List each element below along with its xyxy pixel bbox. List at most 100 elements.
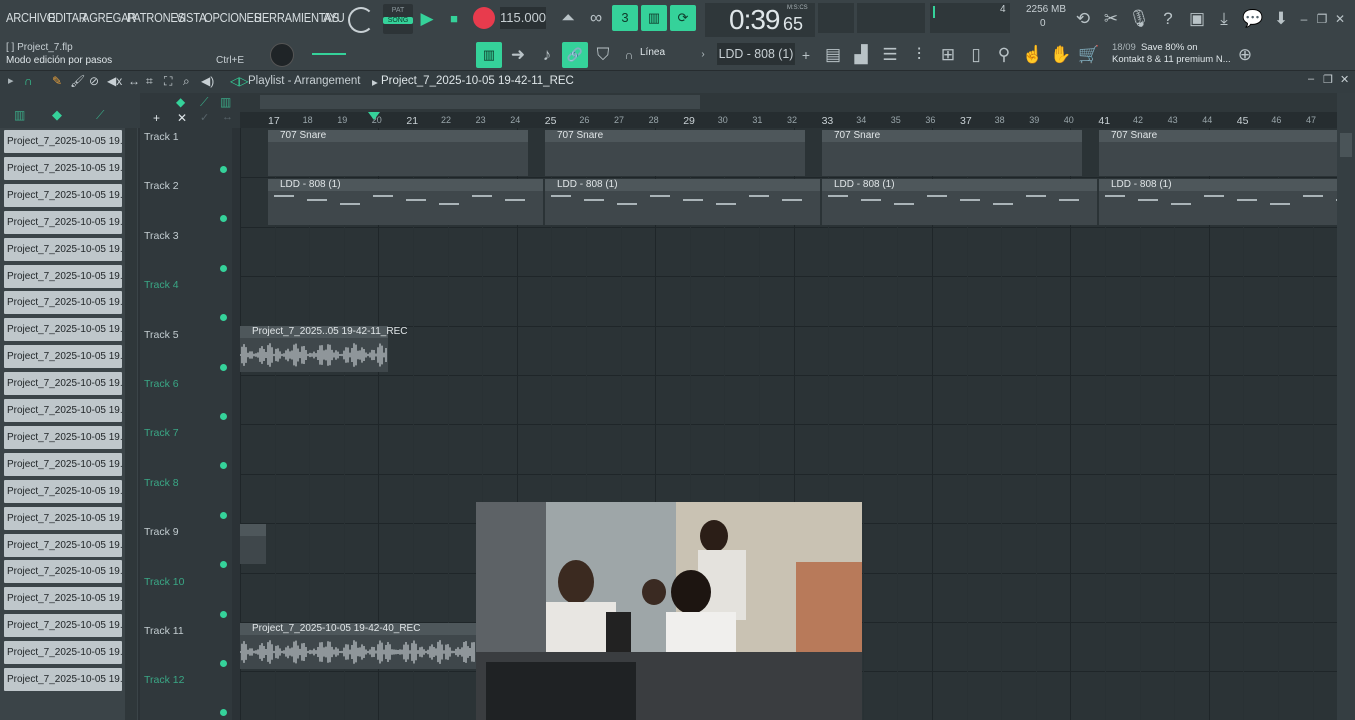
snare-pattern-clip[interactable]: 707 Snare [1099,130,1337,176]
undo-history-icon[interactable]: ⟲ [1070,6,1096,32]
snare-pattern-clip[interactable]: 707 Snare [545,130,805,176]
close-icon[interactable]: ✕ [1332,6,1348,32]
delete-icon[interactable]: ⊘ [89,74,99,88]
slip-icon[interactable]: ↔ [128,74,140,88]
curve-icon[interactable]: ⟋ [200,95,208,110]
zoom-icon[interactable]: ⌕ [183,74,190,89]
save-icon[interactable]: ▣ [1184,6,1210,32]
menu-opciones[interactable]: OPCIONES [204,10,261,25]
microphone-icon[interactable]: 🎙 [1126,6,1152,32]
check-icon[interactable]: ✓ [200,111,209,124]
picker-item[interactable]: Project_7_2025-10-05 19... [4,210,122,234]
tempo-display[interactable]: 115.000 [500,7,546,29]
download-icon[interactable]: ⬇ [1268,6,1294,32]
piano-roll-icon[interactable]: ▥ [476,42,502,68]
picker-item[interactable]: Project_7_2025-10-05 19... [4,130,122,153]
play-icon[interactable]: ▶ [414,6,440,32]
track-name[interactable]: Track 10 [144,576,184,588]
pattern-prev-icon[interactable]: › [696,42,710,68]
track-name[interactable]: Track 9 [144,526,179,538]
files-icon[interactable]: ▯ [963,42,989,68]
track-enable-led[interactable] [220,561,227,569]
add-track-icon[interactable]: + [153,111,160,125]
picker-automation-icon[interactable]: ⟋ [96,108,104,123]
export-icon[interactable]: ⤓ [1211,6,1237,32]
picker-item[interactable]: Project_7_2025-10-05 19... [4,452,122,476]
news-line-2[interactable]: Kontakt 8 & 11 premium N... [1112,54,1231,65]
picker-item[interactable]: Project_7_2025-10-05 19... [4,479,122,503]
track-enable-led[interactable] [220,610,227,618]
step-edit-icon[interactable]: ▥ [641,5,667,31]
track-name[interactable]: Track 5 [144,329,179,341]
playlist-minimize-icon[interactable]: – [1308,73,1314,85]
arrange-icon[interactable]: ◆ [176,95,185,109]
snare-pattern-clip[interactable]: 707 Snare [268,130,528,176]
draw-icon[interactable]: ✎ [52,74,62,88]
snare-pattern-clip[interactable]: 707 Snare [822,130,1082,176]
track-enable-led[interactable] [220,166,227,173]
record-icon[interactable] [473,7,495,29]
help-icon[interactable]: ? [1155,6,1181,32]
stop-icon[interactable]: ■ [441,6,467,32]
wait-record-icon[interactable]: ∞ [583,5,609,31]
picker-item[interactable]: Project_7_2025-10-05 19... [4,560,122,584]
stamp-icon[interactable]: ⛉ [590,42,616,68]
audio-clip[interactable]: Project_7_2025..05 19-42-11_REC [240,326,407,372]
arrangement-name[interactable]: Project_7_2025-10-05 19-42-11_REC [381,75,574,87]
pat-song-toggle[interactable]: PAT SONG [383,4,413,34]
loop-record-icon[interactable]: ⟳ [670,5,696,31]
add-pattern-icon[interactable]: + [798,42,814,68]
magnet-snap-icon[interactable]: ∩ [24,74,33,88]
track-enable-led[interactable] [220,314,227,322]
master-pitch-slider[interactable] [312,53,346,55]
audio-clip[interactable]: Project_7_2025-10-05 19-42-40_REC [240,623,476,669]
overview-bar[interactable] [240,93,1337,112]
picker-item[interactable]: Project_7_2025-10-05 19... [4,399,122,422]
track-name[interactable]: Track 4 [144,279,179,291]
minimize-icon[interactable]: – [1296,6,1312,32]
touch-icon[interactable]: ☝ [1020,42,1046,68]
hand-icon[interactable]: ✋ [1048,42,1074,68]
track-name[interactable]: Track 7 [144,427,179,439]
menu-ayuda[interactable]: AYU [323,10,345,25]
808-pattern-clip[interactable]: LDD - 808 (1) [1099,179,1355,225]
808-pattern-clip[interactable]: LDD - 808 (1) [545,179,820,225]
arrangement-icon[interactable]: ◁▷ [230,74,248,88]
picker-item[interactable]: Project_7_2025-10-05 19... [4,183,122,207]
link-icon[interactable]: 🔗 [562,42,588,68]
select-icon[interactable]: ⛶ [164,74,172,89]
magnet-icon[interactable]: ∩ [616,42,642,68]
playlist-scrollbar[interactable] [1337,93,1355,720]
picker-item[interactable]: Project_7_2025-10-05 19... [4,587,122,611]
time-display[interactable]: 0:39 65 M:S:CS [705,3,815,37]
browser-icon[interactable]: ⊞ [935,42,961,68]
picker-item[interactable]: Project_7_2025-10-05 19... [4,533,122,557]
plugin-picker-icon[interactable]: ♪ [534,42,560,68]
paint-icon[interactable]: 🖌 [70,74,85,88]
track-name[interactable]: Track 8 [144,477,179,489]
picker-item[interactable]: Project_7_2025-10-05 19... [4,156,122,180]
playhead-marker[interactable] [368,112,380,120]
arrow-icon[interactable]: ➜ [505,42,531,68]
picker-audio-icon[interactable]: ◆ [52,107,62,123]
picker-item[interactable]: Project_7_2025-10-05 19... [4,641,122,665]
track-name[interactable]: Track 6 [144,378,179,390]
globe-icon[interactable]: ⊕ [1232,42,1258,68]
track-enable-led[interactable] [220,215,227,223]
playlist-maximize-icon[interactable]: ❐ [1323,73,1333,86]
picker-item[interactable]: Project_7_2025-10-05 19... [4,318,122,342]
resize-icon[interactable]: ↔ [222,111,233,123]
track-name[interactable]: Track 1 [144,131,179,143]
track-enable-led[interactable] [220,511,227,519]
picker-item[interactable]: Project_7_2025-10-05 19... [4,264,122,288]
grid-toggle-icon[interactable]: ▥ [220,95,231,109]
timeline-ruler[interactable]: 17 18 19 20 21 22 23 24 25 26 27 28 29 30 31 32 33 34 35 36… [240,112,1337,128]
picker-item[interactable]: Project_7_2025-10-05 19... [4,345,122,369]
picker-scrollbar[interactable] [125,128,137,720]
track-enable-led[interactable] [220,660,227,667]
menu-editar[interactable]: EDITAR [48,10,87,25]
pitch-knob[interactable] [270,43,294,67]
mixer-icon[interactable]: ☰ [877,42,903,68]
track-enable-led[interactable] [220,264,227,272]
plugin-icon[interactable]: ⚲ [991,42,1017,68]
